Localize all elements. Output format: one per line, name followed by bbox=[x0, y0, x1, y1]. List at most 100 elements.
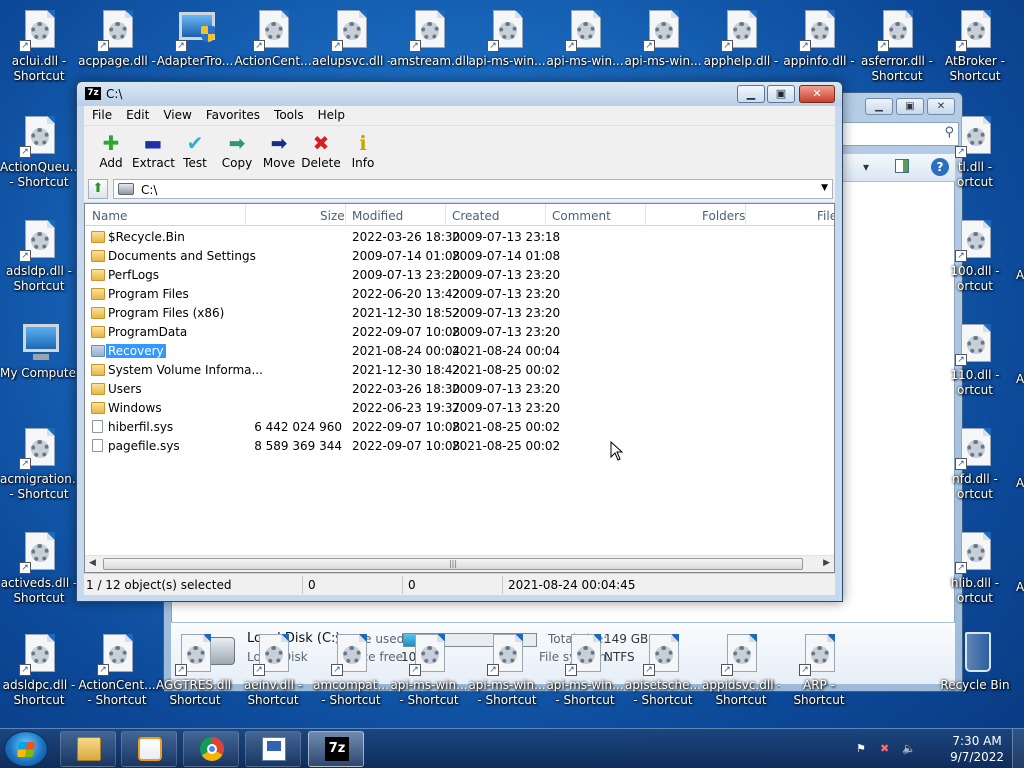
file-row[interactable]: Program Files (x86) 2021-12-30 18:52 2009-… bbox=[85, 304, 834, 323]
taskbar-7zip[interactable]: 7z bbox=[308, 731, 364, 767]
desktop-shortcut[interactable]: ↗ AdapterTro... bbox=[156, 8, 234, 69]
title-bar[interactable]: 7z C:\ ▁ ▣ ✕ bbox=[77, 82, 842, 106]
desktop-shortcut[interactable]: ↗ amstream.dll bbox=[390, 8, 468, 69]
desktop-shortcut[interactable]: ↗ api-ms-win... bbox=[468, 8, 546, 69]
file-row[interactable]: Windows 2022-06-23 19:37 2009-07-13 23:20 bbox=[85, 399, 834, 418]
move-button[interactable]: ➡ Move bbox=[258, 126, 300, 177]
desktop-shortcut[interactable]: ↗ adsldp.dll - Shortcut bbox=[0, 218, 78, 294]
column-size[interactable]: Size bbox=[320, 209, 345, 223]
file-row[interactable]: $Recycle.Bin 2022-03-26 18:30 2009-07-13 2… bbox=[85, 228, 834, 247]
show-desktop-button[interactable] bbox=[1012, 729, 1024, 768]
desktop-shortcut[interactable]: ↗ appinfo.dll - bbox=[780, 8, 858, 69]
desktop-shortcut[interactable]: ↗ nfd.dll - ortcut bbox=[936, 426, 1014, 502]
file-row[interactable]: hiberfil.sys 6 442 024 960 2022-09-07 10:0… bbox=[85, 418, 834, 437]
chevron-down-icon[interactable]: ▼ bbox=[821, 183, 828, 193]
column-divider[interactable] bbox=[345, 204, 346, 226]
desktop-shortcut[interactable]: ↗ AtBroker - Shortcut bbox=[936, 8, 1014, 84]
taskbar-wordpad[interactable] bbox=[245, 731, 301, 767]
desktop-shortcut[interactable]: Recycle Bin bbox=[936, 632, 1014, 693]
desktop-shortcut-label-partial[interactable]: A bbox=[1016, 372, 1024, 387]
copy-button[interactable]: ➡ Copy bbox=[216, 126, 258, 177]
desktop-shortcut[interactable]: ↗ tl.dll - ortcut bbox=[936, 114, 1014, 190]
info-button[interactable]: ℹ Info bbox=[342, 126, 384, 177]
maximize-button[interactable]: ▣ bbox=[767, 85, 795, 103]
desktop-shortcut[interactable]: ↗ apphelp.dll - bbox=[702, 8, 780, 69]
column-divider[interactable] bbox=[245, 204, 246, 226]
column-divider[interactable] bbox=[645, 204, 646, 226]
file-row[interactable]: pagefile.sys 8 589 369 344 2022-09-07 10:0… bbox=[85, 437, 834, 456]
7zip-file-manager-window[interactable]: 7z C:\ ▁ ▣ ✕ File Edit View Favorites To… bbox=[76, 81, 843, 602]
menu-help[interactable]: Help bbox=[310, 106, 351, 125]
desktop-shortcut[interactable]: ↗ aclui.dll - Shortcut bbox=[0, 8, 78, 84]
file-list[interactable]: Name Size Modified Created Comment Folde… bbox=[84, 203, 835, 573]
desktop-shortcut[interactable]: ↗ appidsvc.dll - Shortcut bbox=[702, 632, 780, 708]
minimize-button[interactable]: ▁ bbox=[737, 85, 765, 103]
desktop-shortcut[interactable]: ↗ api-ms-win... bbox=[546, 8, 624, 69]
taskbar-chrome[interactable] bbox=[183, 731, 239, 767]
menu-view[interactable]: View bbox=[155, 106, 197, 125]
file-row[interactable]: PerfLogs 2009-07-13 23:20 2009-07-13 23:20 bbox=[85, 266, 834, 285]
up-folder-button[interactable]: ⬆ bbox=[88, 179, 108, 199]
column-divider[interactable] bbox=[445, 204, 446, 226]
file-row[interactable]: Recovery 2021-08-24 00:04 2021-08-24 00:04 bbox=[85, 342, 834, 361]
scroll-right-icon[interactable]: ▶ bbox=[823, 558, 830, 568]
start-button[interactable] bbox=[4, 731, 48, 767]
desktop-shortcut[interactable]: ↗ hlib.dll - ortcut bbox=[936, 530, 1014, 606]
action-center-icon[interactable]: ⚑ bbox=[856, 742, 870, 755]
desktop-shortcut[interactable]: ↗ api-ms-win... - Shortcut bbox=[468, 632, 546, 708]
volume-icon[interactable]: 🔈 bbox=[902, 742, 916, 755]
file-row[interactable]: System Volume Informa... 2021-12-30 18:42… bbox=[85, 361, 834, 380]
desktop-shortcut[interactable]: ↗ ActionCent... - Shortcut bbox=[78, 632, 156, 708]
file-row[interactable]: Documents and Settings 2009-07-14 01:08 20… bbox=[85, 247, 834, 266]
minimize-button[interactable]: ▁ bbox=[865, 98, 893, 115]
close-button[interactable]: ✕ bbox=[799, 85, 835, 103]
desktop-shortcut[interactable]: ↗ 100.dll - ortcut bbox=[936, 218, 1014, 294]
desktop-shortcut[interactable]: ↗ ActionCent... bbox=[234, 8, 312, 69]
extract-button[interactable]: ▬ Extract bbox=[132, 126, 175, 177]
desktop-shortcut[interactable]: ↗ amcompat... - Shortcut bbox=[312, 632, 390, 708]
desktop-shortcut[interactable]: ↗ ARP - Shortcut bbox=[780, 632, 858, 708]
column-divider[interactable] bbox=[545, 204, 546, 226]
desktop-shortcut[interactable]: ↗ 110.dll - ortcut bbox=[936, 322, 1014, 398]
file-row[interactable]: Users 2022-03-26 18:30 2009-07-13 23:20 bbox=[85, 380, 834, 399]
view-options-icon[interactable]: ▾ bbox=[863, 160, 869, 174]
menu-tools[interactable]: Tools bbox=[266, 106, 310, 125]
desktop-shortcut[interactable]: ↗ api-ms-win... - Shortcut bbox=[390, 632, 468, 708]
file-row[interactable]: ProgramData 2022-09-07 10:08 2009-07-13 23… bbox=[85, 323, 834, 342]
test-button[interactable]: ✔ Test bbox=[174, 126, 216, 177]
column-modified[interactable]: Modified bbox=[352, 209, 403, 223]
close-button[interactable]: ✕ bbox=[927, 98, 955, 115]
column-created[interactable]: Created bbox=[452, 209, 500, 223]
horizontal-scrollbar[interactable]: ◀ ||| ▶ bbox=[85, 555, 834, 572]
preview-pane-icon[interactable] bbox=[895, 159, 909, 173]
column-folders[interactable]: Folders bbox=[702, 209, 745, 223]
desktop-shortcut[interactable]: ↗ acmigration... - Shortcut bbox=[0, 426, 78, 502]
taskbar-media-player[interactable] bbox=[121, 731, 177, 767]
desktop-shortcut[interactable]: ↗ aelupsvc.dll - bbox=[312, 8, 390, 69]
desktop-shortcut[interactable]: ↗ api-ms-win... - Shortcut bbox=[546, 632, 624, 708]
clock[interactable]: 7:30 AM 9/7/2022 bbox=[950, 733, 1004, 765]
desktop-shortcut[interactable]: ↗ adsldpc.dll - Shortcut bbox=[0, 632, 78, 708]
scroll-left-icon[interactable]: ◀ bbox=[89, 558, 96, 568]
column-comment[interactable]: Comment bbox=[552, 209, 611, 223]
desktop-shortcut[interactable]: ↗ apisetsche... - Shortcut bbox=[624, 632, 702, 708]
desktop-shortcut[interactable]: My Computer bbox=[0, 320, 78, 381]
desktop-shortcut[interactable]: ↗ ActionQueu... - Shortcut bbox=[0, 114, 78, 190]
desktop-shortcut-label-partial[interactable]: A bbox=[1016, 476, 1024, 491]
desktop-shortcut[interactable]: ↗ api-ms-win... bbox=[624, 8, 702, 69]
desktop-shortcut[interactable]: ↗ aeinv.dll - Shortcut bbox=[234, 632, 312, 708]
network-icon[interactable]: ✖ bbox=[880, 742, 894, 755]
desktop-shortcut-label-partial[interactable]: A bbox=[1016, 580, 1024, 595]
desktop-shortcut[interactable]: ↗ AGGTRES.dll - Shortcut bbox=[156, 632, 234, 708]
maximize-button[interactable]: ▣ bbox=[896, 98, 924, 115]
add-button[interactable]: ✚ Add bbox=[90, 126, 132, 177]
column-files[interactable]: File bbox=[817, 209, 834, 223]
menu-file[interactable]: File bbox=[84, 106, 118, 125]
scrollbar-thumb[interactable]: ||| bbox=[103, 558, 803, 570]
column-divider[interactable] bbox=[745, 204, 746, 226]
taskbar-explorer[interactable] bbox=[60, 731, 116, 767]
column-name[interactable]: Name bbox=[92, 209, 127, 223]
menu-edit[interactable]: Edit bbox=[118, 106, 155, 125]
address-field[interactable]: C:\ ▼ bbox=[113, 179, 833, 199]
desktop-shortcut[interactable]: ↗ asferror.dll - Shortcut bbox=[858, 8, 936, 84]
